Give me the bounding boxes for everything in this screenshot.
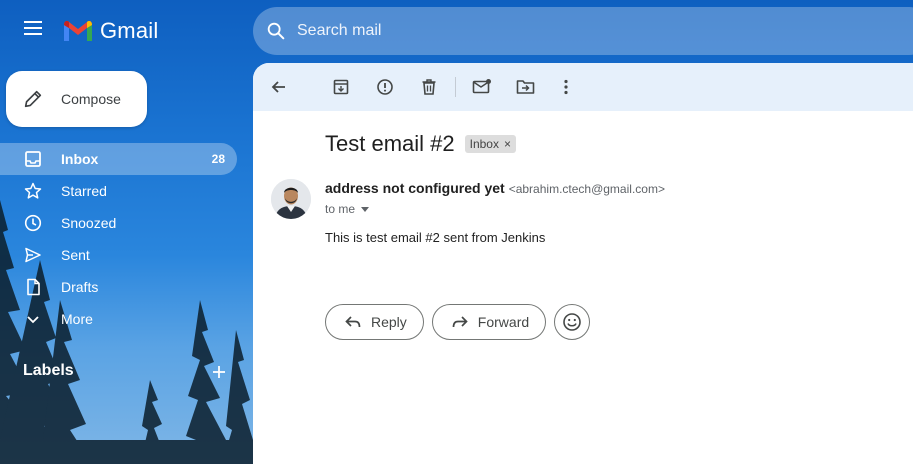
mark-unread-button[interactable]: [462, 67, 502, 107]
report-spam-button[interactable]: [365, 67, 405, 107]
sidebar-item-label: Snoozed: [61, 215, 117, 231]
star-icon: [23, 181, 43, 201]
compose-button[interactable]: Compose: [6, 71, 147, 127]
reply-label: Reply: [371, 314, 407, 330]
gmail-m-icon: [64, 21, 92, 41]
move-to-folder-icon: [516, 80, 535, 94]
sender-name[interactable]: address not configured yet: [325, 180, 505, 196]
search-bar[interactable]: [253, 7, 913, 55]
sidebar-nav: Inbox 28 Starred Snoozed Sent Drafts Mor…: [0, 143, 253, 335]
inbox-icon: [23, 149, 43, 169]
inbox-label-chip: Inbox ×: [464, 135, 516, 153]
sidebar-item-drafts[interactable]: Drafts: [0, 271, 237, 303]
sidebar-item-more[interactable]: More: [0, 303, 237, 335]
search-input[interactable]: [297, 22, 857, 40]
more-options-button[interactable]: [546, 67, 586, 107]
pencil-icon: [24, 90, 42, 108]
message-body: This is test email #2 sent from Jenkins: [325, 230, 546, 245]
plus-icon: [213, 366, 225, 378]
move-to-button[interactable]: [506, 67, 546, 107]
arrow-back-icon: [271, 81, 285, 93]
toolbar-divider: [455, 77, 456, 97]
gmail-logo-text: Gmail: [100, 18, 159, 43]
search-icon[interactable]: [265, 20, 287, 42]
reply-button[interactable]: Reply: [325, 304, 424, 340]
labels-heading: Labels: [23, 362, 74, 379]
archive-button[interactable]: [321, 67, 361, 107]
menu-line: [24, 21, 42, 23]
recipient-text: to me: [325, 202, 356, 216]
reply-icon: [345, 316, 361, 328]
remove-label-icon[interactable]: ×: [504, 137, 511, 151]
clock-icon: [23, 213, 43, 233]
reply-actions: Reply Forward: [325, 304, 591, 340]
sidebar-item-label: Starred: [61, 183, 107, 199]
add-reaction-button[interactable]: [554, 304, 591, 340]
sidebar-item-label: Sent: [61, 247, 90, 263]
back-button[interactable]: [259, 67, 299, 107]
sidebar-item-label: Inbox: [61, 151, 99, 167]
smiley-icon: [563, 313, 581, 331]
sidebar-item-inbox[interactable]: Inbox 28: [0, 143, 237, 175]
sender-row: address not configured yet <abrahim.ctec…: [325, 180, 665, 196]
message-subject: Test email #2: [325, 131, 455, 156]
recipient-details-toggle[interactable]: to me: [325, 202, 370, 216]
message-toolbar: [253, 63, 913, 111]
menu-line: [24, 27, 42, 29]
trash-icon: [422, 79, 436, 95]
more-vert-icon: [564, 79, 568, 95]
menu-line: [24, 33, 42, 35]
sender-email: <abrahim.ctech@gmail.com>: [508, 182, 665, 196]
forward-label: Forward: [477, 314, 530, 330]
caret-down-icon: [361, 206, 370, 212]
sender-avatar[interactable]: [271, 179, 311, 219]
send-icon: [23, 245, 43, 265]
mark-unread-icon: [472, 79, 491, 94]
sidebar-item-snoozed[interactable]: Snoozed: [0, 207, 237, 239]
sidebar-item-label: More: [61, 311, 93, 327]
main-menu-button[interactable]: [18, 17, 48, 45]
top-bar: Gmail: [0, 0, 913, 62]
archive-icon: [333, 79, 349, 95]
message-view: Test email #2 Inbox × address not config…: [253, 63, 913, 464]
forward-icon: [452, 316, 468, 328]
gmail-logo[interactable]: Gmail: [62, 17, 158, 45]
subject-row: Test email #2 Inbox ×: [325, 131, 516, 157]
add-label-button[interactable]: [209, 360, 229, 386]
sidebar-item-sent[interactable]: Sent: [0, 239, 237, 271]
inbox-count-badge: 28: [211, 152, 225, 166]
compose-label: Compose: [61, 91, 121, 107]
draft-icon: [23, 277, 43, 297]
sidebar-item-starred[interactable]: Starred: [0, 175, 237, 207]
delete-button[interactable]: [409, 67, 449, 107]
avatar-photo: [271, 179, 311, 219]
chevron-down-icon: [23, 309, 43, 329]
forward-button[interactable]: Forward: [431, 304, 547, 340]
label-chip-text: Inbox: [469, 137, 499, 151]
report-spam-icon: [377, 79, 393, 95]
sidebar-item-label: Drafts: [61, 279, 99, 295]
